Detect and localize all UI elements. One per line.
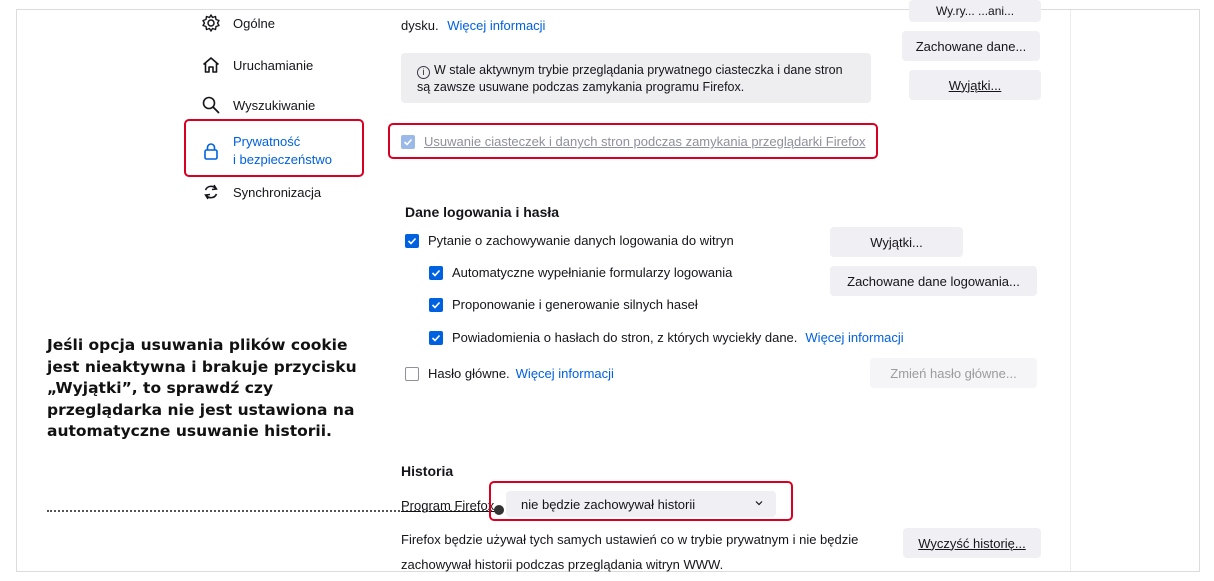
sync-icon [201, 182, 221, 202]
suggest-passwords-row[interactable]: Proponowanie i generowanie silnych haseł [429, 297, 698, 312]
highlight-box-delete-cookies [388, 123, 878, 159]
sidebar-item-search[interactable]: Wyszukiwanie [201, 95, 315, 115]
content-right-edge [1070, 10, 1071, 571]
sidebar-item-startup[interactable]: Uruchamianie [201, 55, 313, 75]
history-description-line2: zachowywał historii podczas przeglądania… [401, 557, 724, 572]
sidebar-item-label: Synchronizacja [233, 184, 322, 200]
info-icon: i [417, 66, 430, 79]
cookies-disk-text: dysku. Więcej informacji [401, 18, 545, 33]
autofill-logins-label: Automatyczne wypełnianie formularzy logo… [452, 265, 733, 280]
sidebar-item-sync[interactable]: Synchronizacja [201, 182, 321, 202]
saved-logins-button[interactable]: Zachowane dane logowania... [830, 266, 1037, 296]
frame-right-border [1199, 9, 1200, 572]
info-text: W stale aktywnym trybie przeglądania pry… [417, 63, 843, 94]
cookie-exceptions-label: Wyjątki... [948, 77, 1002, 93]
change-primary-password-button[interactable]: Zmień hasło główne... [870, 358, 1037, 388]
private-mode-info-box: iW stale aktywnym trybie przeglądania pr… [401, 53, 871, 103]
history-heading: Historia [401, 463, 454, 479]
disk-text: dysku. [401, 18, 439, 33]
sidebar-item-general[interactable]: Ogólne [201, 13, 275, 33]
logins-heading: Dane logowania i hasła [405, 204, 560, 220]
sidebar-item-label: Wyszukiwanie [233, 97, 316, 113]
ask-save-logins-checkbox[interactable] [405, 233, 419, 248]
primary-password-learn-more-link[interactable]: Więcej informacji [516, 366, 614, 381]
saved-data-button[interactable]: Zachowane dane... [902, 31, 1040, 61]
primary-password-checkbox[interactable] [405, 366, 419, 381]
clear-history-button[interactable]: Wyczyść historię... [903, 528, 1041, 558]
highlight-box-privacy [184, 119, 364, 177]
frame-left-border [16, 9, 17, 572]
learn-more-link[interactable]: Więcej informacji [447, 18, 545, 33]
home-icon [201, 55, 221, 75]
history-description-line1: Firefox będzie używał tych samych ustawi… [401, 532, 859, 547]
breach-alerts-row[interactable]: Powiadomienia o hasłach do stron, z któr… [429, 330, 904, 345]
ask-save-logins-label: Pytanie o zachowywanie danych logowania … [428, 233, 734, 248]
primary-password-row[interactable]: Hasło główne. Więcej informacji [405, 366, 614, 381]
cookie-exceptions-button[interactable]: Wyjątki... [909, 70, 1041, 100]
suggest-passwords-checkbox[interactable] [429, 297, 443, 312]
gear-icon [201, 13, 221, 33]
sidebar-item-label: Ogólne [233, 15, 275, 31]
manage-exceptions-button-partial[interactable]: Wy.ry... ...ani... [909, 0, 1041, 22]
primary-password-label: Hasło główne. [428, 366, 510, 381]
logins-exceptions-button[interactable]: Wyjątki... [830, 227, 963, 257]
search-icon [201, 95, 221, 115]
breach-alerts-checkbox[interactable] [429, 330, 443, 345]
highlight-box-history-select [489, 481, 793, 521]
annotation-note: Jeśli opcja usuwania plików cookie jest … [47, 336, 357, 440]
autofill-logins-row[interactable]: Automatyczne wypełnianie formularzy logo… [429, 265, 732, 280]
ask-save-logins-row[interactable]: Pytanie o zachowywanie danych logowania … [405, 233, 734, 248]
autofill-logins-checkbox[interactable] [429, 265, 443, 280]
breach-learn-more-link[interactable]: Więcej informacji [805, 330, 903, 345]
history-mode-label: Program Firefox [401, 498, 495, 513]
breach-alerts-label: Powiadomienia o hasłach do stron, z któr… [452, 330, 798, 345]
clear-history-label: Wyczyść historię... [918, 535, 1026, 551]
suggest-passwords-label: Proponowanie i generowanie silnych haseł [452, 297, 698, 312]
sidebar-item-label: Uruchamianie [233, 57, 314, 73]
